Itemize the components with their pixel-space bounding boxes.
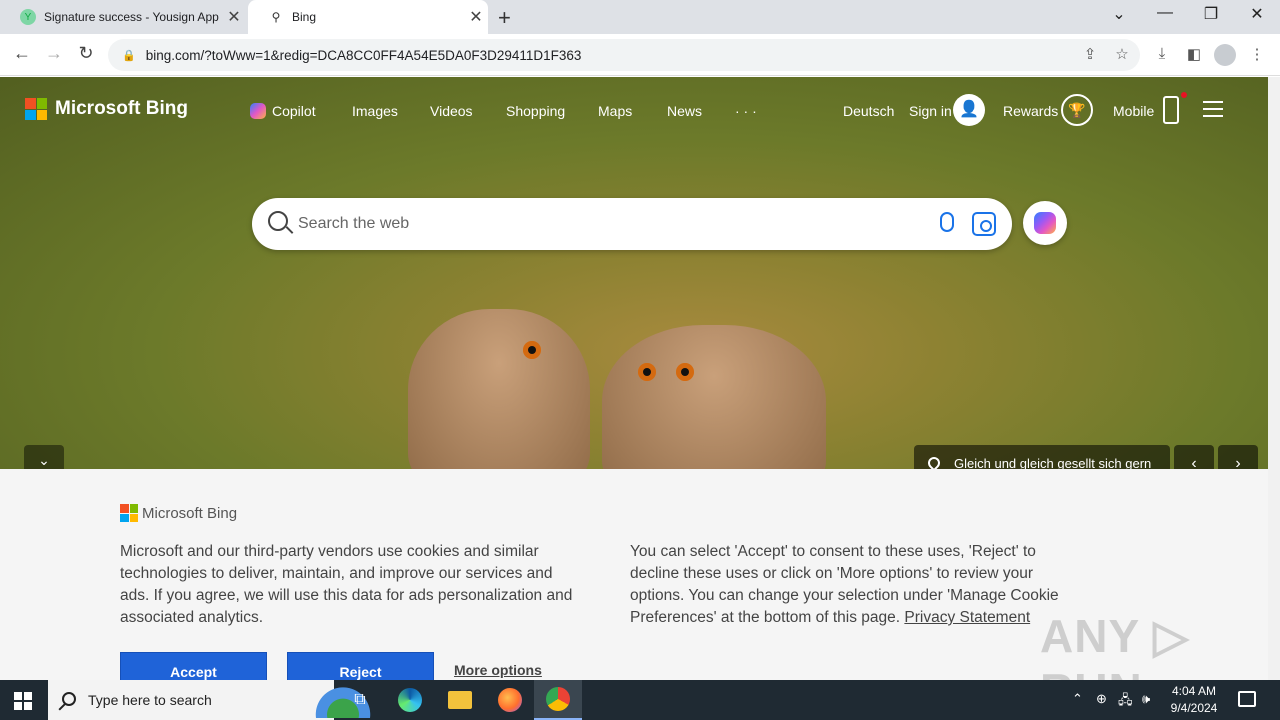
accept-button[interactable]: Accept	[120, 652, 267, 680]
hamburger-menu-icon[interactable]	[1203, 101, 1223, 117]
reload-button[interactable]: ↻	[74, 43, 98, 64]
copilot-button[interactable]	[1023, 201, 1067, 245]
next-image-button[interactable]: ›	[1218, 445, 1258, 469]
cookie-text-right: You can select 'Accept' to consent to th…	[630, 541, 1070, 629]
tray-chevron-icon[interactable]: ⌃	[1072, 691, 1083, 707]
anyrun-watermark: ANY ▷ RUN	[1040, 610, 1190, 680]
owl-eye	[523, 341, 541, 359]
windows-taskbar: Type here to search ⧉ ⌃ ⊕ 🖧 🕪 4:04 AM 9/…	[0, 680, 1280, 720]
language-link[interactable]: Deutsch	[843, 103, 894, 119]
nav-copilot[interactable]: Copilot	[250, 103, 316, 119]
image-caption-text: Gleich und gleich gesellt sich gern	[954, 456, 1152, 469]
search-favicon-icon: ⚲	[271, 10, 281, 24]
system-clock[interactable]: 4:04 AM 9/4/2024	[1164, 683, 1224, 717]
search-icon	[62, 692, 76, 706]
nav-maps[interactable]: Maps	[598, 103, 632, 119]
network-icon[interactable]: 🖧	[1118, 691, 1133, 713]
page-scrollbar[interactable]	[1268, 77, 1280, 680]
nav-videos[interactable]: Videos	[430, 103, 473, 119]
tab-close-icon[interactable]: ✕	[222, 7, 246, 27]
owl-left-image	[408, 309, 590, 469]
rewards-link[interactable]: Rewards	[1003, 103, 1058, 119]
windows-start-icon[interactable]	[14, 692, 32, 710]
owl-eye	[638, 363, 656, 381]
star-icon[interactable]: ☆	[1111, 45, 1133, 63]
taskbar-search-placeholder: Type here to search	[88, 692, 212, 708]
tab-yousign[interactable]: Y Signature success - Yousign App ✕	[0, 0, 246, 34]
tab-title: Signature success - Yousign App	[44, 10, 219, 24]
privacy-statement-link[interactable]: Privacy Statement	[904, 609, 1030, 626]
search-icon[interactable]	[268, 211, 288, 231]
address-toolbar: ← → ↻ 🔒 bing.com/?toWww=1&redig=DCA8CC0F…	[0, 34, 1280, 76]
profile-icon[interactable]	[1214, 44, 1236, 66]
notification-center-icon[interactable]	[1238, 691, 1256, 707]
microsoft-logo-icon	[120, 504, 138, 522]
tab-bing[interactable]: ⚲ Bing ✕	[248, 0, 488, 34]
trophy-icon[interactable]: 🏆	[1061, 94, 1093, 126]
back-button[interactable]: ←	[10, 43, 34, 64]
file-explorer-icon[interactable]	[436, 680, 484, 720]
cookie-text-left: Microsoft and our third-party vendors us…	[120, 543, 573, 626]
new-tab-button[interactable]: +	[498, 5, 511, 31]
url-bar[interactable]: 🔒 bing.com/?toWww=1&redig=DCA8CC0FF4A54E…	[108, 39, 1140, 71]
speaker-icon[interactable]: 🕪	[1142, 691, 1150, 707]
download-icon[interactable]: ⤓	[1151, 45, 1173, 62]
more-options-link[interactable]: More options	[454, 662, 542, 678]
minimize-button[interactable]: —	[1150, 4, 1180, 22]
browser-tab-bar: Y Signature success - Yousign App ✕ ⚲ Bi…	[0, 0, 1280, 34]
lock-icon[interactable]: 🔒	[122, 49, 136, 62]
url-text: bing.com/?toWww=1&redig=DCA8CC0FF4A54E5D…	[145, 47, 582, 63]
clock-time: 4:04 AM	[1171, 684, 1217, 698]
bing-logo[interactable]: Microsoft Bing	[25, 98, 188, 120]
reject-button[interactable]: Reject	[287, 652, 434, 680]
nav-shopping[interactable]: Shopping	[506, 103, 565, 119]
cookie-banner-logo: Microsoft Bing	[120, 504, 237, 522]
search-input[interactable]	[298, 198, 918, 250]
meet-now-icon[interactable]: ⊕	[1096, 691, 1107, 707]
clock-date: 9/4/2024	[1170, 701, 1218, 715]
owl-right-image	[602, 325, 826, 469]
phone-icon[interactable]	[1163, 96, 1179, 124]
share-icon[interactable]: ⇪	[1079, 45, 1101, 63]
bing-hero: Microsoft Bing Copilot Images Videos Sho…	[0, 77, 1268, 469]
microphone-icon[interactable]	[940, 212, 954, 232]
notification-dot	[1181, 92, 1187, 98]
copilot-icon	[1034, 212, 1056, 234]
tab-close-icon[interactable]: ✕	[464, 7, 488, 27]
edge-icon[interactable]	[386, 680, 434, 720]
close-window-button[interactable]: ✕	[1242, 4, 1272, 24]
taskbar-search-box[interactable]: Type here to search	[48, 680, 376, 720]
yousign-favicon-icon: Y	[20, 9, 36, 25]
firefox-icon[interactable]	[486, 680, 534, 720]
sidepanel-icon[interactable]: ◧	[1183, 45, 1205, 63]
visual-search-icon[interactable]	[972, 212, 996, 236]
mobile-link[interactable]: Mobile	[1113, 103, 1154, 119]
kebab-menu-icon[interactable]: ⋮	[1246, 45, 1268, 63]
restore-button[interactable]: ❐	[1196, 4, 1226, 24]
nav-news[interactable]: News	[667, 103, 702, 119]
owl-eye	[676, 363, 694, 381]
location-pin-icon	[925, 454, 943, 469]
cookie-banner: Microsoft Bing Microsoft and our third-p…	[0, 469, 1268, 680]
tab-title: Bing	[292, 10, 317, 24]
nav-images[interactable]: Images	[352, 103, 398, 119]
search-box	[252, 198, 1012, 250]
previous-image-button[interactable]: ‹	[1174, 445, 1214, 469]
tab-search-dropdown-icon[interactable]: ⌄	[1104, 4, 1134, 24]
nav-more[interactable]: · · ·	[735, 103, 757, 119]
image-caption[interactable]: Gleich und gleich gesellt sich gern	[914, 445, 1170, 469]
collapse-button[interactable]: ⌄	[24, 445, 64, 469]
copilot-icon	[250, 103, 266, 119]
sign-in-link[interactable]: Sign in	[909, 103, 952, 119]
brand-name: Microsoft Bing	[55, 98, 188, 119]
microsoft-logo-icon	[25, 98, 47, 120]
cookie-brand-name: Microsoft Bing	[142, 504, 238, 522]
nav-copilot-label: Copilot	[272, 103, 316, 119]
task-view-icon[interactable]: ⧉	[336, 680, 384, 720]
forward-button[interactable]: →	[42, 43, 66, 64]
user-avatar-icon[interactable]: 👤	[953, 94, 985, 126]
chrome-icon[interactable]	[534, 680, 582, 720]
